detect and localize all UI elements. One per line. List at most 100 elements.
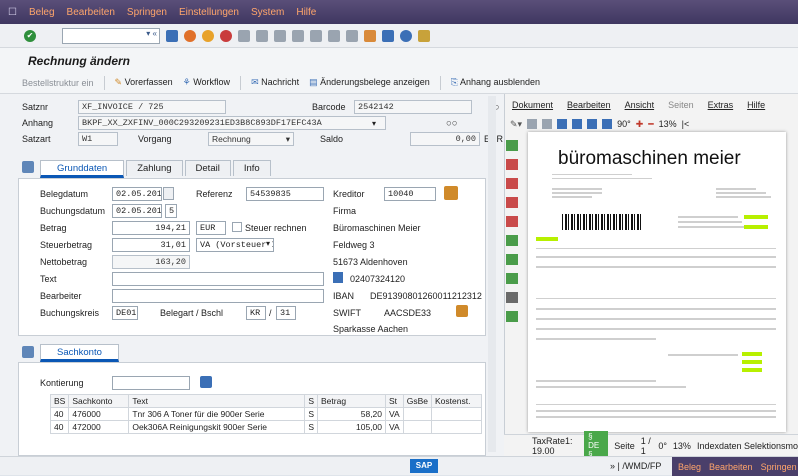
kontierung-field[interactable] xyxy=(112,376,190,390)
cell-s[interactable]: S xyxy=(304,420,319,434)
menu-einstellungen[interactable]: Einstellungen xyxy=(179,7,239,18)
belegdatum-field[interactable]: 02.05.2014 xyxy=(112,187,162,201)
panel-icon-9[interactable] xyxy=(506,292,518,303)
col-sachkonto[interactable]: Sachkonto xyxy=(68,394,130,408)
page-icon[interactable] xyxy=(557,119,568,129)
nachricht-button[interactable]: ✉ Nachricht xyxy=(251,77,299,88)
transaction-text[interactable]: » | /WMD/FP xyxy=(610,461,661,471)
col-betrag[interactable]: Betrag xyxy=(317,394,387,408)
betrag-field[interactable]: 194,21 xyxy=(112,221,190,235)
panel-icon-10[interactable] xyxy=(506,311,518,322)
col-kostenst[interactable]: Kostenst. xyxy=(431,394,482,408)
referenz-field[interactable]: 54539835 xyxy=(246,187,324,201)
first-page-icon[interactable]: |< xyxy=(682,119,690,129)
buchungsdatum-field[interactable]: 02.05.2014 xyxy=(112,204,162,218)
print-icon[interactable] xyxy=(238,29,250,42)
cell-st[interactable]: VA xyxy=(385,420,404,434)
save-icon[interactable] xyxy=(166,29,178,42)
panel-icon-4[interactable] xyxy=(506,197,518,208)
vorgang-select[interactable]: Rechnung ▾ xyxy=(208,132,294,146)
save-doc-icon[interactable] xyxy=(542,119,553,129)
cell-betrag[interactable]: 58,20 xyxy=(317,407,387,421)
cell-bs[interactable]: 40 xyxy=(49,407,70,421)
bank-detail-icon[interactable] xyxy=(456,305,468,317)
cell-gsbe[interactable] xyxy=(402,420,433,434)
text-field[interactable] xyxy=(112,272,324,286)
exit-icon[interactable] xyxy=(202,29,214,42)
rotation-value[interactable]: 90° xyxy=(617,119,631,129)
glasses-icon-2[interactable]: ○○ xyxy=(446,118,457,129)
kreditor-field[interactable]: 10040 xyxy=(384,187,436,201)
cell-gsbe[interactable] xyxy=(402,407,433,421)
shortcut-icon[interactable] xyxy=(382,29,394,42)
bearbeiter-field[interactable] xyxy=(112,289,324,303)
new-session-icon[interactable] xyxy=(364,29,376,42)
menu-beleg[interactable]: Beleg xyxy=(29,7,55,18)
menu-hilfe[interactable]: Hilfe xyxy=(296,7,316,18)
anhang-field[interactable]: BKPF_XX_ZXFINV_000C293209231ED3B8C893DF1… xyxy=(78,116,386,130)
cell-sachkonto[interactable]: 472000 xyxy=(68,420,130,434)
col-st[interactable]: St xyxy=(385,394,404,408)
anhang-dropdown-icon[interactable]: ▾ xyxy=(372,119,376,128)
cell-text[interactable]: Tnr 306 A Toner für die 900er Serie xyxy=(128,407,306,421)
tab-sachkonto[interactable]: Sachkonto xyxy=(40,344,119,362)
cell-kostenst[interactable] xyxy=(431,420,482,434)
buchungskreis-field[interactable]: DE01 xyxy=(112,306,138,320)
cell-st[interactable]: VA xyxy=(385,407,404,421)
zoom-in-icon[interactable]: ✚ xyxy=(636,119,644,130)
enter-button[interactable]: ✔ xyxy=(24,29,36,42)
left-scrollbar[interactable] xyxy=(488,96,496,452)
cell-bs[interactable]: 40 xyxy=(49,420,70,434)
tab-menu-icon[interactable] xyxy=(22,161,34,173)
col-bs[interactable]: BS xyxy=(49,394,70,408)
panel-icon-5[interactable] xyxy=(506,216,518,227)
cancel-icon[interactable] xyxy=(220,29,232,42)
bestellstruktur-button[interactable]: Bestellstruktur ein xyxy=(22,78,94,88)
panel-icon-7[interactable] xyxy=(506,254,518,265)
tools-icon[interactable]: ✎▾ xyxy=(510,119,522,130)
panel-icon-6[interactable] xyxy=(506,235,518,246)
zoom-out-icon[interactable]: ━ xyxy=(648,119,653,130)
rotate-right-icon[interactable] xyxy=(602,119,613,129)
panel-icon-2[interactable] xyxy=(506,159,518,170)
panel-icon-1[interactable] xyxy=(506,140,518,151)
back-icon[interactable] xyxy=(184,29,196,42)
periode-field[interactable]: 5 xyxy=(165,204,177,218)
viewer-menu-ansicht[interactable]: Ansicht xyxy=(625,100,655,110)
col-gsbe[interactable]: GsBe xyxy=(402,394,433,408)
viewer-menu-extras[interactable]: Extras xyxy=(708,100,734,110)
steuerkz-dropdown-icon[interactable]: ▾ xyxy=(266,239,270,248)
table-row[interactable]: 40 472000 Oek306A Reinigungskit 900er Se… xyxy=(49,420,482,434)
vorerfassen-button[interactable]: ✎ Vorerfassen xyxy=(115,77,173,88)
panel-icon-8[interactable] xyxy=(506,273,518,284)
col-text[interactable]: Text xyxy=(128,394,306,408)
rotate-left-icon[interactable] xyxy=(587,119,598,129)
bschl-field[interactable]: 31 xyxy=(276,306,296,320)
find-next-icon[interactable] xyxy=(274,29,286,42)
help-icon[interactable] xyxy=(400,29,412,42)
viewer-menu-dokument[interactable]: Dokument xyxy=(512,100,553,110)
col-s[interactable]: S xyxy=(304,394,319,408)
steuerbetrag-field[interactable]: 31,01 xyxy=(112,238,190,252)
sachkonto-menu-icon[interactable] xyxy=(22,346,34,358)
steuerkennzeichen-select[interactable]: VA (Vorsteuer Inland 19... xyxy=(196,238,274,252)
kontierung-refresh-icon[interactable] xyxy=(200,376,212,388)
find-icon[interactable] xyxy=(256,29,268,42)
menu-system[interactable]: System xyxy=(251,7,284,18)
print-icon[interactable] xyxy=(527,119,538,129)
last-page-icon[interactable] xyxy=(346,29,358,42)
next-page-icon[interactable] xyxy=(328,29,340,42)
cell-sachkonto[interactable]: 476000 xyxy=(68,407,130,421)
betrag-currency-field[interactable]: EUR xyxy=(196,221,226,235)
aenderungsbelege-button[interactable]: ▤ Änderungsbelege anzeigen xyxy=(309,77,430,88)
cell-text[interactable]: Oek306A Reinigungskit 900er Serie xyxy=(128,420,306,434)
tab-info[interactable]: Info xyxy=(232,160,271,176)
viewer-menu-seiten[interactable]: Seiten xyxy=(668,100,694,110)
panel-icon-3[interactable] xyxy=(506,178,518,189)
fit-icon[interactable] xyxy=(572,119,583,129)
belegart-field[interactable]: KR xyxy=(246,306,266,320)
prev-page-icon[interactable] xyxy=(310,29,322,42)
layout-icon[interactable] xyxy=(418,29,430,42)
vendor-lookup-icon[interactable] xyxy=(444,186,458,200)
table-row[interactable]: 40 476000 Tnr 306 A Toner für die 900er … xyxy=(49,407,482,421)
